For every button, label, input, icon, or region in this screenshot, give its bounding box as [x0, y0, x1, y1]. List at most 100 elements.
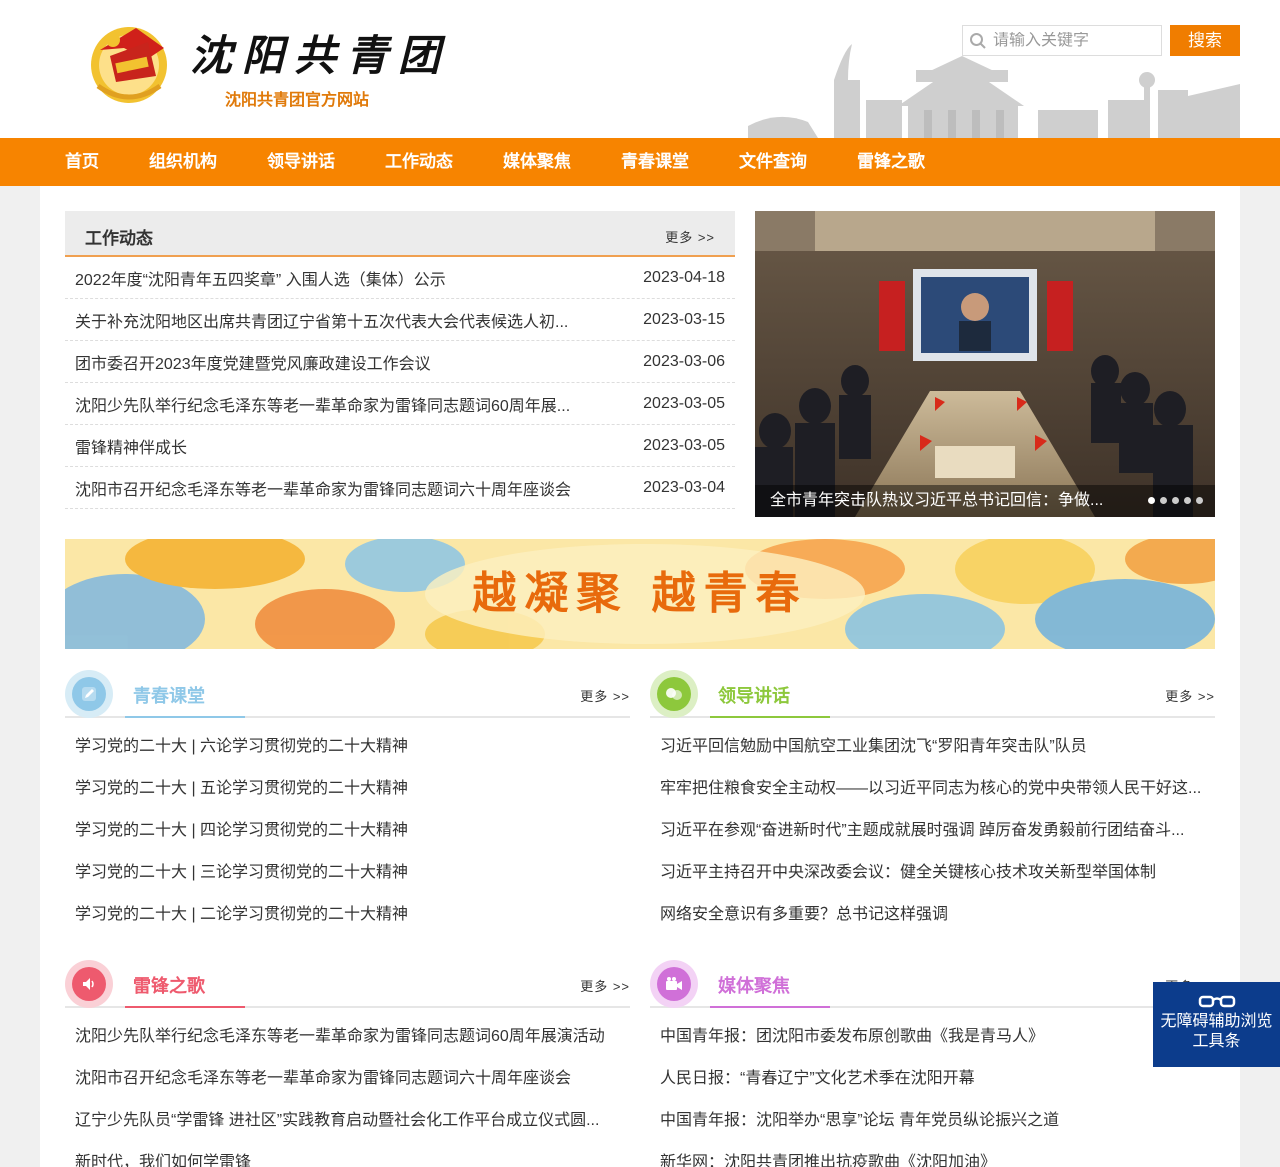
- list-item[interactable]: 牢牢把住粮食安全主动权——以习近平同志为核心的党中央带领人民干好这...: [650, 768, 1215, 810]
- site-title: 沈阳共青团: [190, 31, 451, 80]
- promo-banner[interactable]: 越凝聚 越青春: [65, 539, 1215, 649]
- media-focus-section: 媒体聚焦 更多 >> 中国青年报：团沈阳市委发布原创歌曲《我是青马人》 人民日报…: [650, 960, 1215, 1167]
- accessibility-toolbar-button[interactable]: 无障碍辅助浏览 工具条: [1153, 982, 1280, 1067]
- leifeng-song-section: 雷锋之歌 更多 >> 沈阳少先队举行纪念毛泽东等老一辈革命家为雷锋同志题词60周…: [65, 960, 630, 1167]
- news-date: 2023-03-04: [643, 478, 725, 496]
- media-focus-header: 媒体聚焦 更多 >>: [650, 960, 1215, 1008]
- site-header: 沈阳共青团 沈阳共青团官方网站 搜索: [0, 0, 1280, 138]
- list-item[interactable]: 雷锋精神伴成长 2023-03-05: [65, 425, 735, 467]
- news-date: 2023-03-15: [643, 310, 725, 328]
- slide-dot[interactable]: [1196, 497, 1203, 504]
- nav-item-work-news[interactable]: 工作动态: [385, 138, 453, 186]
- news-title[interactable]: 沈阳市召开纪念毛泽东等老一辈革命家为雷锋同志题词六十周年座谈会: [75, 476, 571, 500]
- main-content: 工作动态 更多 >> 2022年度“沈阳青年五四奖章” 入围人选（集体）公示 20…: [40, 186, 1240, 1167]
- slide-dot[interactable]: [1160, 497, 1167, 504]
- youth-class-title: 青春课堂: [133, 686, 205, 706]
- work-news-more-link[interactable]: 更多 >>: [665, 227, 715, 246]
- slide-image-meeting-room[interactable]: [755, 211, 1215, 517]
- news-date: 2023-03-05: [643, 436, 725, 454]
- slide-dot[interactable]: [1172, 497, 1179, 504]
- league-emblem-logo[interactable]: [86, 20, 172, 106]
- nav-item-organization[interactable]: 组织机构: [149, 138, 217, 186]
- title-underline: [710, 716, 830, 718]
- camera-icon: [666, 977, 682, 990]
- slide-dots: [1143, 497, 1203, 504]
- news-date: 2023-03-05: [643, 394, 725, 412]
- list-item[interactable]: 关于补充沈阳地区出席共青团辽宁省第十五次代表大会代表候选人初... 2023-03…: [65, 299, 735, 341]
- youth-class-more-link[interactable]: 更多 >>: [580, 686, 630, 705]
- speaker-icon: [83, 978, 94, 990]
- chat-icon: [666, 688, 682, 700]
- list-item[interactable]: 沈阳少先队举行纪念毛泽东等老一辈革命家为雷锋同志题词60周年展演活动: [65, 1016, 630, 1058]
- work-news-header: 工作动态 更多 >>: [65, 211, 735, 257]
- nav-item-documents[interactable]: 文件查询: [739, 138, 807, 186]
- leader-speech-header: 领导讲话 更多 >>: [650, 670, 1215, 718]
- leifeng-song-title: 雷锋之歌: [133, 976, 205, 996]
- list-item[interactable]: 沈阳少先队举行纪念毛泽东等老一辈革命家为雷锋同志题词60周年展... 2023-0…: [65, 383, 735, 425]
- media-focus-title: 媒体聚焦: [718, 976, 790, 996]
- nav-item-youth-class[interactable]: 青春课堂: [621, 138, 689, 186]
- banner-slogan: 越凝聚 越青春: [472, 568, 808, 619]
- leader-speech-more-link[interactable]: 更多 >>: [1165, 686, 1215, 705]
- search-input[interactable]: [993, 31, 1158, 50]
- list-item[interactable]: 网络安全意识有多重要？总书记这样强调: [650, 894, 1215, 936]
- glasses-icon: [1198, 995, 1235, 1008]
- list-item[interactable]: 学习党的二十大 | 四论学习贯彻党的二十大精神: [65, 810, 630, 852]
- leader-speech-title: 领导讲话: [718, 686, 790, 706]
- list-item[interactable]: 团市委召开2023年度党建暨党风廉政建设工作会议 2023-03-06: [65, 341, 735, 383]
- leader-speech-section: 领导讲话 更多 >> 习近平回信勉励中国航空工业集团沈飞“罗阳青年突击队”队员 …: [650, 670, 1215, 936]
- accessibility-label-line2: 工具条: [1192, 1033, 1241, 1050]
- news-title[interactable]: 雷锋精神伴成长: [75, 434, 187, 458]
- title-underline: [125, 1006, 245, 1008]
- news-title[interactable]: 沈阳少先队举行纪念毛泽东等老一辈革命家为雷锋同志题词60周年展...: [75, 392, 570, 416]
- leifeng-song-list: 沈阳少先队举行纪念毛泽东等老一辈革命家为雷锋同志题词60周年展演活动 沈阳市召开…: [65, 1016, 630, 1167]
- youth-class-section: 青春课堂 更多 >> 学习党的二十大 | 六论学习贯彻党的二十大精神 学习党的二…: [65, 670, 630, 936]
- list-item[interactable]: 学习党的二十大 | 三论学习贯彻党的二十大精神: [65, 852, 630, 894]
- nav-item-home[interactable]: 首页: [65, 138, 99, 186]
- nav-item-leader-speech[interactable]: 领导讲话: [267, 138, 335, 186]
- leader-speech-list: 习近平回信勉励中国航空工业集团沈飞“罗阳青年突击队”队员 牢牢把住粮食安全主动权…: [650, 726, 1215, 936]
- leifeng-song-more-link[interactable]: 更多 >>: [580, 976, 630, 995]
- list-item[interactable]: 沈阳市召开纪念毛泽东等老一辈革命家为雷锋同志题词六十周年座谈会 2023-03-0…: [65, 467, 735, 509]
- news-slideshow[interactable]: 全市青年突击队热议习近平总书记回信：争做...: [755, 211, 1215, 517]
- news-title[interactable]: 团市委召开2023年度党建暨党风廉政建设工作会议: [75, 350, 431, 374]
- youth-class-list: 学习党的二十大 | 六论学习贯彻党的二十大精神 学习党的二十大 | 五论学习贯彻…: [65, 726, 630, 936]
- list-item[interactable]: 沈阳市召开纪念毛泽东等老一辈革命家为雷锋同志题词六十周年座谈会: [65, 1058, 630, 1100]
- slide-dot[interactable]: [1148, 497, 1155, 504]
- title-underline: [125, 716, 245, 718]
- news-title[interactable]: 关于补充沈阳地区出席共青团辽宁省第十五次代表大会代表候选人初...: [75, 308, 568, 332]
- news-date: 2023-04-18: [643, 268, 725, 286]
- list-item[interactable]: 新时代，我们如何学雷锋: [65, 1142, 630, 1167]
- list-item[interactable]: 中国青年报：沈阳举办“思享”论坛 青年党员纵论振兴之道: [650, 1100, 1215, 1142]
- leifeng-song-header: 雷锋之歌 更多 >>: [65, 960, 630, 1008]
- news-date: 2023-03-06: [643, 352, 725, 370]
- youth-class-header: 青春课堂 更多 >>: [65, 670, 630, 718]
- list-item[interactable]: 学习党的二十大 | 五论学习贯彻党的二十大精神: [65, 768, 630, 810]
- leader-speech-icon-badge: [650, 670, 698, 718]
- list-item[interactable]: 中国青年报：团沈阳市委发布原创歌曲《我是青马人》: [650, 1016, 1215, 1058]
- list-item[interactable]: 2022年度“沈阳青年五四奖章” 入围人选（集体）公示 2023-04-18: [65, 257, 735, 299]
- list-item[interactable]: 人民日报：“青春辽宁”文化艺术季在沈阳开幕: [650, 1058, 1215, 1100]
- accessibility-label-line1: 无障碍辅助浏览: [1160, 1013, 1273, 1030]
- list-item[interactable]: 习近平回信勉励中国航空工业集团沈飞“罗阳青年突击队”队员: [650, 726, 1215, 768]
- list-item[interactable]: 习近平在参观“奋进新时代”主题成就展时强调 踔厉奋发勇毅前行团结奋斗...: [650, 810, 1215, 852]
- list-item[interactable]: 新华网：沈阳共青团推出抗疫歌曲《沈阳加油》: [650, 1142, 1215, 1167]
- work-news-title: 工作动态: [85, 229, 153, 248]
- leifeng-song-icon-badge: [65, 960, 113, 1008]
- search-box: [962, 25, 1162, 56]
- list-item[interactable]: 习近平主持召开中央深改委会议：健全关键核心技术攻关新型举国体制: [650, 852, 1215, 894]
- work-news-section: 工作动态 更多 >> 2022年度“沈阳青年五四奖章” 入围人选（集体）公示 20…: [65, 211, 735, 509]
- news-title[interactable]: 2022年度“沈阳青年五四奖章” 入围人选（集体）公示: [75, 266, 446, 290]
- list-item[interactable]: 辽宁少先队员“学雷锋 进社区”实践教育启动暨社会化工作平台成立仪式圆...: [65, 1100, 630, 1142]
- nav-item-media-focus[interactable]: 媒体聚焦: [503, 138, 571, 186]
- search-icon: [963, 26, 993, 55]
- slide-dot[interactable]: [1184, 497, 1191, 504]
- nav-item-leifeng-song[interactable]: 雷锋之歌: [857, 138, 925, 186]
- pencil-icon: [82, 687, 96, 701]
- list-item[interactable]: 学习党的二十大 | 六论学习贯彻党的二十大精神: [65, 726, 630, 768]
- search-button[interactable]: 搜索: [1170, 25, 1240, 56]
- media-focus-icon-badge: [650, 960, 698, 1008]
- site-subtitle: 沈阳共青团官方网站: [225, 92, 370, 109]
- list-item[interactable]: 学习党的二十大 | 二论学习贯彻党的二十大精神: [65, 894, 630, 936]
- main-nav: 首页 组织机构 领导讲话 工作动态 媒体聚焦 青春课堂 文件查询 雷锋之歌: [0, 138, 1280, 186]
